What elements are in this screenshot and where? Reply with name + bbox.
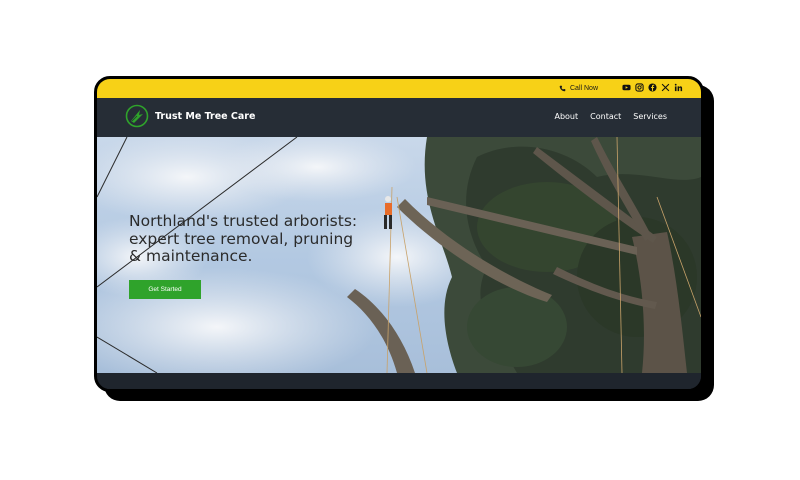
brand-logo[interactable]: Trust Me Tree Care bbox=[125, 104, 255, 128]
facebook-icon[interactable] bbox=[648, 83, 657, 92]
get-started-button[interactable]: Get Started bbox=[129, 280, 201, 299]
page: Call Now Trust Me Tree Care About Contac… bbox=[0, 0, 800, 480]
instagram-icon[interactable] bbox=[635, 83, 644, 92]
tree-logo-icon bbox=[125, 104, 149, 128]
call-now-link[interactable]: Call Now bbox=[559, 82, 598, 95]
x-icon[interactable] bbox=[661, 83, 670, 92]
main-nav: About Contact Services bbox=[554, 112, 667, 121]
linkedin-icon[interactable] bbox=[674, 83, 683, 92]
website-preview-card: Call Now Trust Me Tree Care About Contac… bbox=[94, 76, 704, 392]
nav-about[interactable]: About bbox=[554, 112, 578, 121]
hero-headline: Northland's trusted arborists: expert tr… bbox=[129, 212, 358, 265]
social-links bbox=[622, 83, 683, 92]
top-contact-bar: Call Now bbox=[97, 79, 701, 98]
phone-icon bbox=[559, 85, 566, 92]
nav-contact[interactable]: Contact bbox=[590, 112, 621, 121]
nav-services[interactable]: Services bbox=[633, 112, 667, 121]
youtube-icon[interactable] bbox=[622, 83, 631, 92]
hero-section: Northland's trusted arborists: expert tr… bbox=[97, 137, 701, 373]
call-now-label: Call Now bbox=[570, 85, 599, 92]
brand-name: Trust Me Tree Care bbox=[155, 110, 256, 122]
section-below-hero bbox=[97, 373, 701, 389]
site-navbar: Trust Me Tree Care About Contact Service… bbox=[97, 98, 701, 137]
